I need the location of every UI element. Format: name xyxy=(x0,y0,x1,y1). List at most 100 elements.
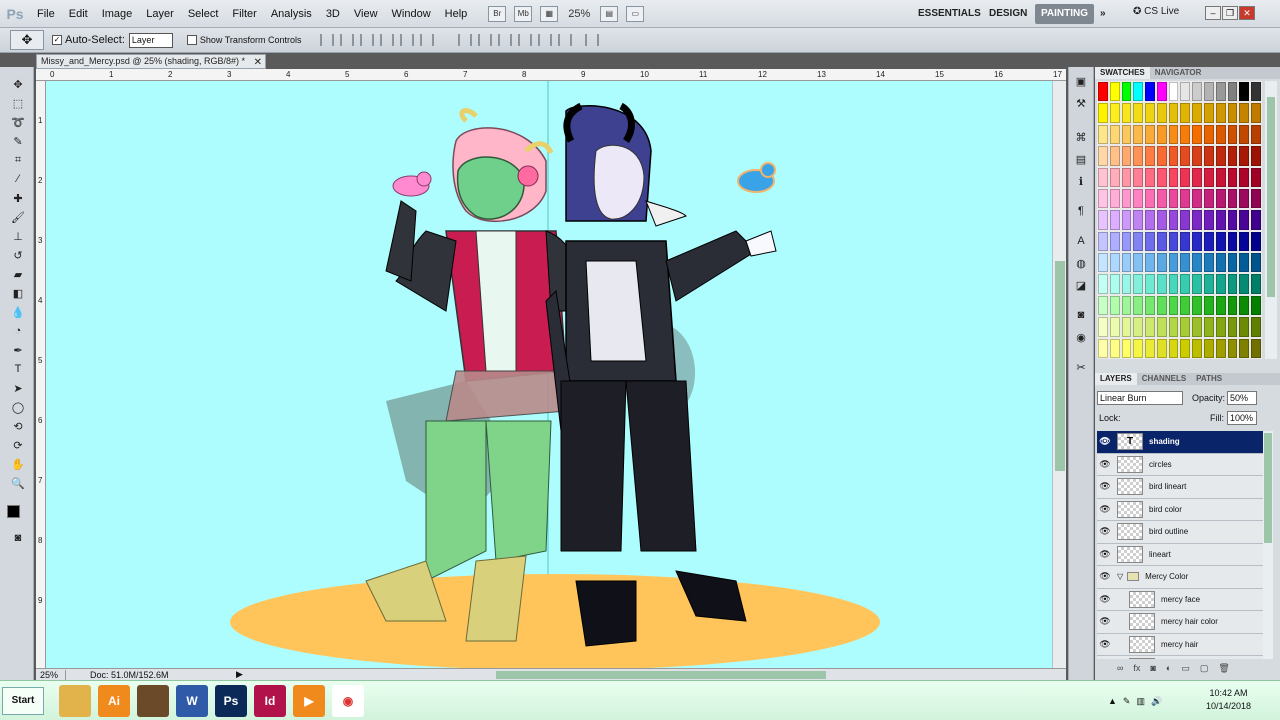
swatch[interactable] xyxy=(1168,274,1179,294)
swatch[interactable] xyxy=(1215,231,1226,252)
adjustments-icon[interactable]: ◪ xyxy=(1073,277,1089,293)
swatch[interactable] xyxy=(1227,338,1238,358)
swatch[interactable] xyxy=(1239,210,1250,230)
swatches-scrollbar[interactable] xyxy=(1265,81,1277,359)
layers-scroll-thumb[interactable] xyxy=(1264,433,1272,543)
swatch[interactable] xyxy=(1145,167,1155,187)
swatch[interactable] xyxy=(1156,317,1167,337)
swatch[interactable] xyxy=(1227,146,1238,166)
swatch[interactable] xyxy=(1251,146,1261,166)
swatch[interactable] xyxy=(1121,103,1132,123)
swatch[interactable] xyxy=(1180,253,1191,273)
media-player-icon[interactable]: ▶ xyxy=(293,684,325,717)
3d-orbit-tool-icon[interactable]: ⟳ xyxy=(6,436,30,454)
tray-app-icon[interactable]: ✎ xyxy=(1123,696,1131,707)
swatch[interactable] xyxy=(1098,210,1108,230)
swatch[interactable] xyxy=(1215,338,1226,358)
swatch[interactable] xyxy=(1239,146,1250,166)
swatch[interactable] xyxy=(1098,231,1108,252)
cs-live-button[interactable]: ✪ CS Live xyxy=(1133,6,1179,17)
swatch[interactable] xyxy=(1251,124,1261,145)
swatch[interactable] xyxy=(1180,274,1191,294)
swatch[interactable] xyxy=(1192,188,1203,209)
swatch[interactable] xyxy=(1156,82,1167,102)
opacity-field[interactable]: 50% xyxy=(1227,391,1257,405)
align-right-icon[interactable] xyxy=(420,34,435,46)
taskbar-clock[interactable]: 10:42 AM 10/14/2018 xyxy=(1206,687,1251,713)
show-transform-checkbox[interactable] xyxy=(186,35,197,45)
swatch[interactable] xyxy=(1121,210,1132,230)
menu-layer[interactable]: Layer xyxy=(139,8,181,20)
swatch[interactable] xyxy=(1215,167,1226,187)
swatch[interactable] xyxy=(1251,167,1261,187)
visibility-eye-icon[interactable]: 👁 xyxy=(1097,481,1113,492)
layer-row[interactable]: 👁 mercy hair color xyxy=(1097,611,1273,634)
swatch[interactable] xyxy=(1121,188,1132,209)
tray-arrow-icon[interactable]: ▲ xyxy=(1108,696,1117,706)
swatch[interactable] xyxy=(1227,253,1238,273)
swatch[interactable] xyxy=(1204,124,1214,145)
quick-mask-icon[interactable]: ◙ xyxy=(6,529,30,547)
blur-tool-icon[interactable]: 💧 xyxy=(6,303,30,321)
tool-preset-picker[interactable]: ✥ xyxy=(10,30,44,50)
layer-group-row[interactable]: 👁 ▽ Mercy Color xyxy=(1097,566,1273,589)
hand-tool-icon[interactable]: ✋ xyxy=(6,455,30,473)
swatch[interactable] xyxy=(1204,103,1214,123)
swatch[interactable] xyxy=(1109,338,1120,358)
swatch[interactable] xyxy=(1098,103,1108,123)
swatch[interactable] xyxy=(1227,124,1238,145)
swatch[interactable] xyxy=(1133,338,1144,358)
brush-tool-icon[interactable]: 🖌 xyxy=(6,208,30,226)
photoshop-icon[interactable]: Ps xyxy=(215,684,247,717)
swatch[interactable] xyxy=(1239,103,1250,123)
swatch[interactable] xyxy=(1204,146,1214,166)
swatch[interactable] xyxy=(1098,188,1108,209)
document-tab[interactable]: Missy_and_Mercy.psd @ 25% (shading, RGB/… xyxy=(36,54,266,69)
group-expand-icon[interactable]: ▽ xyxy=(1117,572,1123,581)
swatch[interactable] xyxy=(1121,274,1132,294)
swatch[interactable] xyxy=(1121,231,1132,252)
swatch[interactable] xyxy=(1204,295,1214,316)
swatch[interactable] xyxy=(1098,317,1108,337)
swatch[interactable] xyxy=(1180,210,1191,230)
swatch[interactable] xyxy=(1168,146,1179,166)
swatch[interactable] xyxy=(1098,167,1108,187)
swatch[interactable] xyxy=(1133,317,1144,337)
masks-icon[interactable]: ◙ xyxy=(1073,307,1089,323)
swatch[interactable] xyxy=(1133,210,1144,230)
swatch[interactable] xyxy=(1180,167,1191,187)
swatch[interactable] xyxy=(1192,124,1203,145)
visibility-eye-icon[interactable]: 👁 xyxy=(1097,436,1113,447)
swatch[interactable] xyxy=(1251,231,1261,252)
swatch[interactable] xyxy=(1215,103,1226,123)
swatch[interactable] xyxy=(1180,146,1191,166)
swatch[interactable] xyxy=(1133,253,1144,273)
swatch[interactable] xyxy=(1251,338,1261,358)
swatch[interactable] xyxy=(1239,188,1250,209)
start-button[interactable]: Start xyxy=(2,686,44,715)
layers-scrollbar[interactable] xyxy=(1263,431,1273,659)
adjustment-layer-icon[interactable]: ◐ xyxy=(1166,663,1171,677)
swatch[interactable] xyxy=(1204,82,1214,102)
info-icon[interactable]: ℹ xyxy=(1073,173,1089,189)
swatch[interactable] xyxy=(1121,82,1132,102)
swatch[interactable] xyxy=(1098,146,1108,166)
horizontal-scroll-thumb[interactable] xyxy=(496,671,826,679)
swatch[interactable] xyxy=(1145,146,1155,166)
tab-paths[interactable]: PATHS xyxy=(1191,373,1227,385)
canvas-vertical-scrollbar[interactable] xyxy=(1052,81,1066,668)
swatch[interactable] xyxy=(1227,274,1238,294)
menu-view[interactable]: View xyxy=(347,8,385,20)
swatch[interactable] xyxy=(1133,103,1144,123)
swatch[interactable] xyxy=(1204,274,1214,294)
swatch[interactable] xyxy=(1180,231,1191,252)
swatch[interactable] xyxy=(1215,124,1226,145)
swatch[interactable] xyxy=(1215,295,1226,316)
swatch[interactable] xyxy=(1098,124,1108,145)
swatch[interactable] xyxy=(1145,274,1155,294)
swatch[interactable] xyxy=(1215,253,1226,273)
network-icon[interactable]: ▥ xyxy=(1136,696,1145,707)
folder-icon[interactable] xyxy=(59,684,91,717)
swatch[interactable] xyxy=(1215,274,1226,294)
layer-row[interactable]: 👁 mercy hair xyxy=(1097,634,1273,656)
